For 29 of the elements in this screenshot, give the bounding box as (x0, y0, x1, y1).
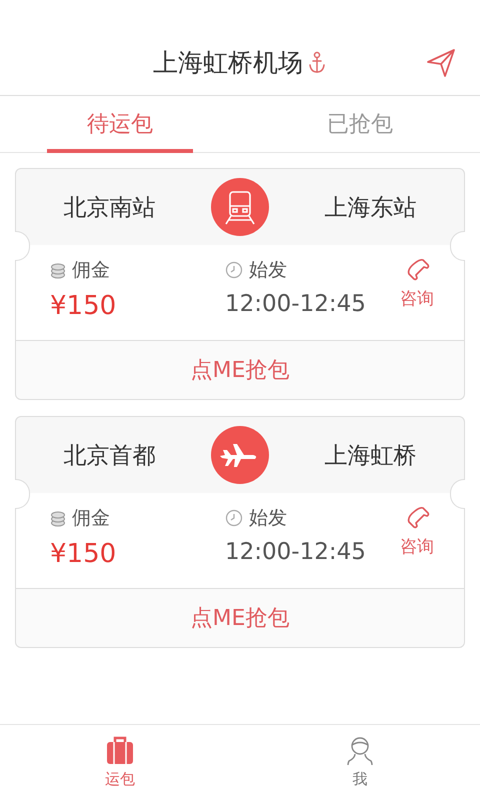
page-title: 上海虹桥机场 (153, 47, 303, 79)
consult-button[interactable]: 咨询 (400, 257, 434, 310)
commission-label: 佣金 (72, 258, 110, 283)
commission-amount: ¥150 (50, 291, 118, 321)
send-icon[interactable] (426, 48, 456, 78)
clock-icon (225, 509, 243, 527)
destination-city: 上海东站 (324, 194, 418, 222)
origin-city: 北京首都 (62, 442, 156, 470)
nav-item[interactable]: 运包 (0, 725, 240, 800)
coins-icon (50, 509, 66, 527)
departure-label: 始发 (249, 258, 287, 283)
coins-icon (50, 261, 66, 279)
origin-city: 北京南站 (62, 194, 156, 222)
suitcase-icon (105, 736, 135, 766)
destination-city: 上海虹桥 (324, 442, 418, 470)
tab[interactable]: 待运包 (0, 96, 240, 152)
time-range: 12:00-12:45 (225, 291, 367, 317)
clock-icon (225, 261, 243, 279)
commission-label: 佣金 (72, 506, 110, 531)
tab[interactable]: 已抢包 (240, 96, 480, 152)
commission-amount: ¥150 (50, 539, 118, 569)
anchor-icon (307, 50, 327, 74)
time-range: 12:00-12:45 (225, 539, 367, 565)
consult-button[interactable]: 咨询 (400, 505, 434, 558)
airplane-icon (210, 426, 269, 484)
nav-item[interactable]: 我 (240, 725, 480, 800)
person-icon (345, 736, 375, 766)
departure-label: 始发 (249, 506, 287, 531)
train-icon (210, 178, 269, 236)
